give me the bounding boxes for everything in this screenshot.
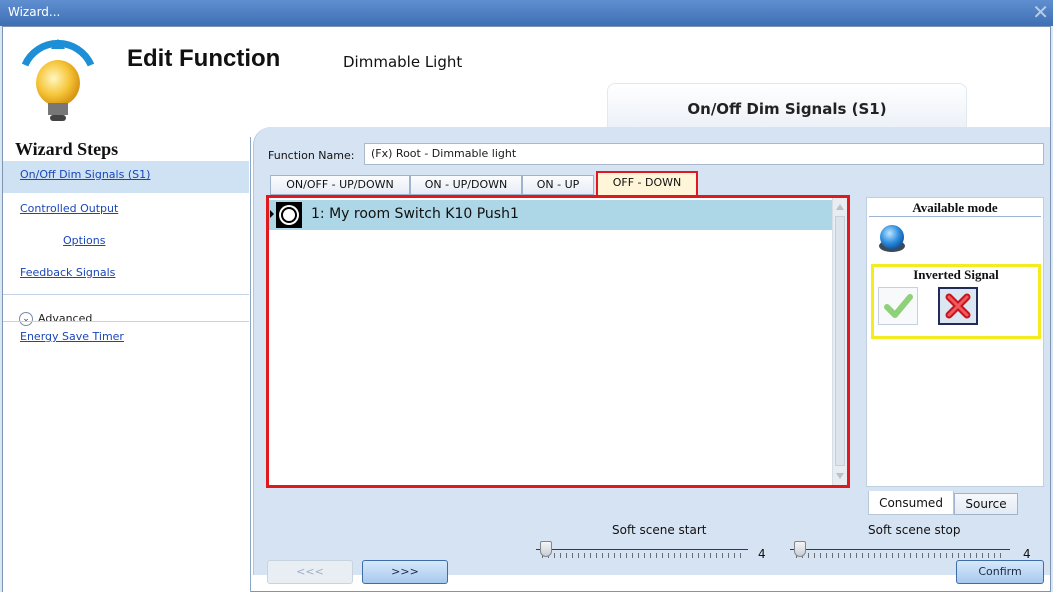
slider-thumb[interactable]	[794, 541, 806, 557]
available-mode-title: Available mode	[912, 200, 998, 215]
soft-scene-start-label: Soft scene start	[612, 523, 707, 537]
slider-thumb[interactable]	[540, 541, 552, 557]
close-icon[interactable]: ✕	[1032, 1, 1049, 23]
tab-on-up[interactable]: ON - UP	[522, 175, 594, 195]
tab-consumed[interactable]: Consumed	[868, 491, 954, 515]
inverted-signal-title: Inverted Signal	[913, 267, 999, 282]
function-name-label: Function Name:	[268, 149, 355, 162]
list-scrollbar[interactable]	[832, 198, 847, 485]
divider	[869, 216, 1041, 217]
sidebar-item-onoff-dim-signals[interactable]: On/Off Dim Signals (S1)	[3, 161, 249, 193]
wizard-window: Edit Function Dimmable Light On/Off Dim …	[2, 26, 1051, 592]
light-bulb-icon	[21, 39, 95, 121]
soft-scene-stop-slider[interactable]	[790, 541, 1010, 561]
soft-scene-start-slider[interactable]	[536, 541, 748, 561]
function-name-input[interactable]: (Fx) Root - Dimmable light	[364, 143, 1044, 165]
tab-onoff-updown[interactable]: ON/OFF - UP/DOWN	[270, 175, 410, 195]
next-button[interactable]: >>>	[362, 560, 448, 584]
signal-label: 1: My room Switch K10 Push1	[311, 206, 519, 222]
scroll-thumb[interactable]	[835, 216, 845, 466]
list-item[interactable]: 1: My room Switch K10 Push1	[269, 200, 832, 230]
scroll-down-icon[interactable]	[836, 473, 844, 479]
signal-list: 1: My room Switch K10 Push1	[266, 195, 850, 488]
wizard-steps-sidebar: Wizard Steps On/Off Dim Signals (S1) Con…	[3, 137, 251, 592]
mode-panel: Available mode Inverted Signal	[866, 197, 1044, 487]
tab-off-down[interactable]: OFF - DOWN	[596, 171, 698, 195]
check-icon	[884, 294, 913, 318]
previous-button[interactable]: <<<	[267, 560, 353, 584]
wizard-steps-title: Wizard Steps	[15, 139, 119, 159]
tab-on-updown[interactable]: ON - UP/DOWN	[410, 175, 522, 195]
confirm-button[interactable]: Confirm	[956, 560, 1044, 584]
page-title: Edit Function	[127, 45, 281, 72]
soft-scene-stop-value: 4	[1023, 547, 1031, 561]
page-subtitle: Dimmable Light	[343, 53, 463, 71]
x-button[interactable]	[938, 287, 978, 325]
sidebar-item-controlled-output[interactable]: Controlled Output	[3, 195, 249, 227]
main-panel: Function Name: (Fx) Root - Dimmable ligh…	[253, 127, 1050, 575]
sidebar-item-feedback-signals[interactable]: Feedback Signals	[3, 259, 249, 291]
inverted-signal-box: Inverted Signal	[871, 264, 1041, 339]
tab-source[interactable]: Source	[954, 493, 1018, 515]
sidebar-divider	[3, 321, 249, 322]
check-button[interactable]	[878, 287, 918, 325]
header: Edit Function Dimmable Light On/Off Dim …	[3, 27, 1050, 137]
soft-scene-stop-label: Soft scene stop	[868, 523, 961, 537]
row-selector-icon	[270, 210, 274, 218]
window-title: Wizard...	[8, 5, 61, 19]
title-bar: Wizard... ✕	[0, 0, 1053, 26]
blue-pushbutton-icon[interactable]	[877, 224, 907, 254]
sidebar-item-options[interactable]: Options	[3, 227, 249, 259]
soft-scene-start-value: 4	[758, 547, 766, 561]
sidebar-item-energy-save-timer[interactable]: Energy Save Timer	[3, 323, 249, 355]
push-button-icon	[276, 202, 302, 228]
sidebar-divider	[3, 294, 249, 295]
scroll-up-icon[interactable]	[836, 204, 844, 210]
x-icon	[945, 293, 971, 319]
